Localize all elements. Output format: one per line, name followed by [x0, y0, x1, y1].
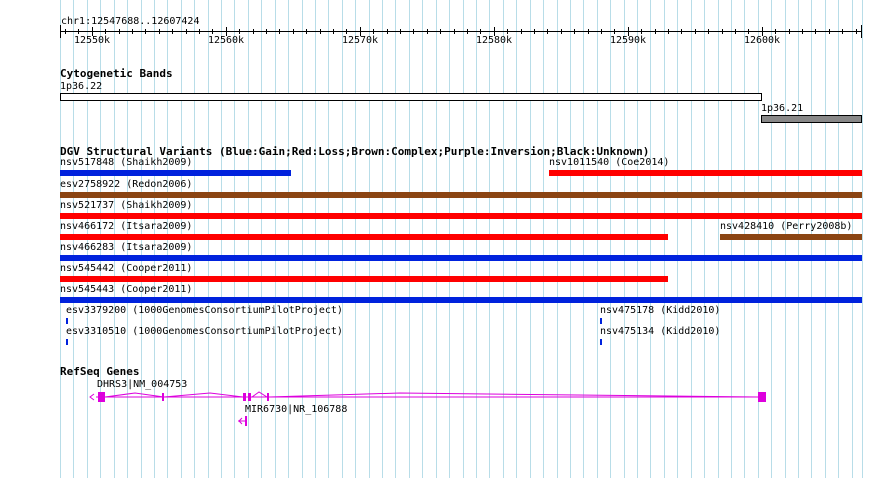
gene-label-mir6730: MIR6730|NR_106788	[245, 404, 348, 415]
gene-model-dhrs3[interactable]	[89, 391, 766, 402]
gene-exon	[758, 392, 766, 402]
gene-intron-line	[104, 392, 165, 398]
gene-models	[89, 391, 766, 426]
gene-exon	[267, 393, 269, 401]
gene-exon	[98, 392, 105, 402]
gene-model-mir6730[interactable]	[238, 416, 247, 426]
gene-exon	[243, 393, 246, 401]
gene-intron-line	[251, 391, 268, 398]
gene-intron-line	[268, 392, 759, 398]
gene-exon	[248, 393, 251, 401]
strand-arrow-icon	[89, 393, 95, 401]
genome-browser-panel: chr1:12547688..12607424 12550k 12560k 1257…	[0, 0, 890, 478]
gene-intron-line	[163, 392, 244, 398]
gene-exon	[245, 416, 247, 426]
gene-exon	[162, 393, 164, 401]
